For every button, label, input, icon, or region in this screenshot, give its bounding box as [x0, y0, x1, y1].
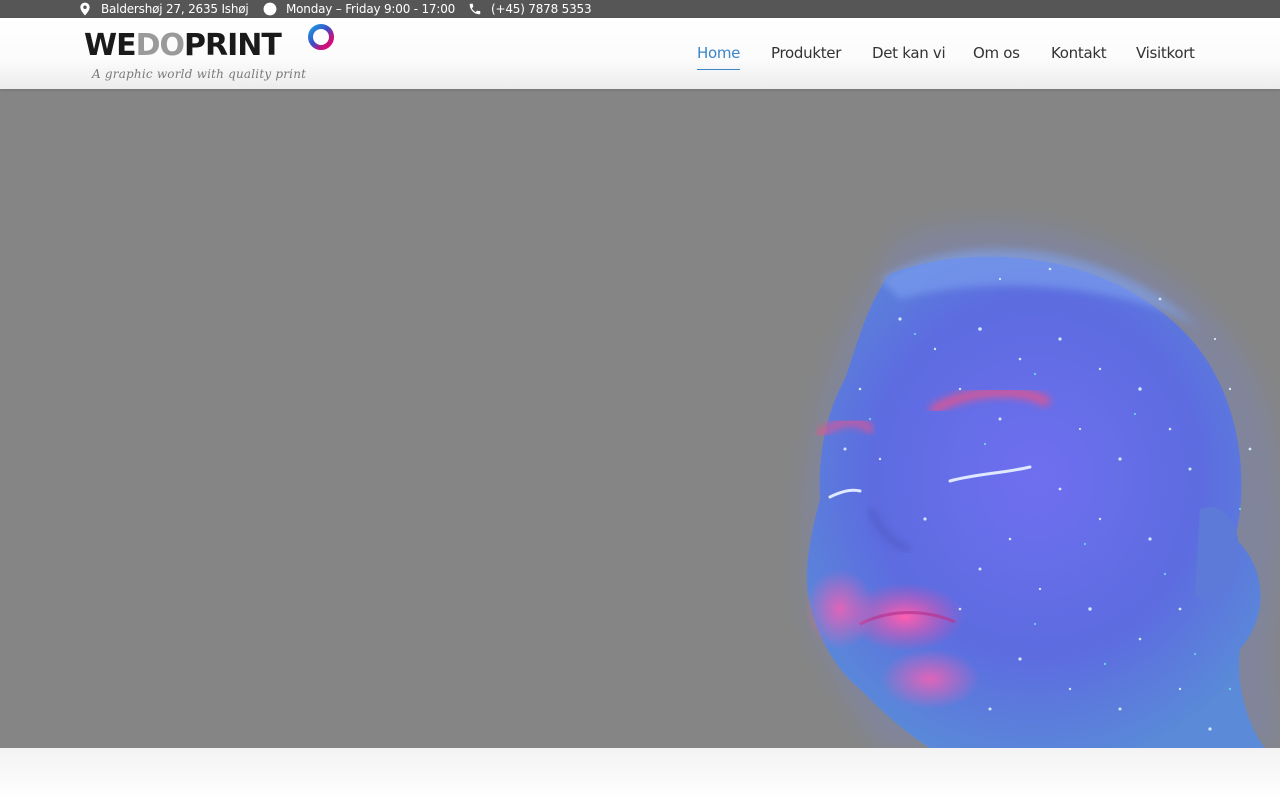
hours-text: Monday – Friday 9:00 - 17:00	[286, 2, 456, 16]
phone-info[interactable]: (+45) 7878 5353	[468, 0, 592, 18]
content-section	[0, 748, 1280, 800]
logo-wordmark: WEDOPRINT	[84, 28, 282, 63]
clock-icon	[263, 2, 277, 16]
hero-image	[804, 224, 1280, 748]
site-header: WEDOPRINT A graphic world with quality p…	[0, 18, 1280, 89]
phone-icon	[469, 3, 481, 15]
nav-item-produkter[interactable]: Produkter	[771, 44, 841, 62]
top-info-bar: Baldershøj 27, 2635 Ishøj Monday – Frida…	[0, 0, 1280, 18]
nav-item-kontakt[interactable]: Kontakt	[1051, 44, 1107, 62]
address-text: Baldershøj 27, 2635 Ishøj	[101, 2, 249, 16]
logo-tagline: A graphic world with quality print	[92, 67, 307, 81]
color-ring-icon	[308, 24, 334, 50]
nav-item-det-kan-vi[interactable]: Det kan vi	[872, 44, 946, 62]
nav-item-om-os[interactable]: Om os	[973, 44, 1020, 62]
address-info: Baldershøj 27, 2635 Ishøj	[78, 0, 249, 18]
hours-info: Monday – Friday 9:00 - 17:00	[263, 0, 455, 18]
phone-text[interactable]: (+45) 7878 5353	[491, 2, 592, 16]
wedoprint-logo[interactable]: WEDOPRINT A graphic world with quality p…	[84, 22, 340, 84]
nav-item-home[interactable]: Home	[697, 44, 740, 70]
nav-item-visitkort[interactable]: Visitkort	[1136, 44, 1195, 62]
location-pin-icon	[80, 2, 90, 16]
hero-banner	[0, 89, 1280, 748]
